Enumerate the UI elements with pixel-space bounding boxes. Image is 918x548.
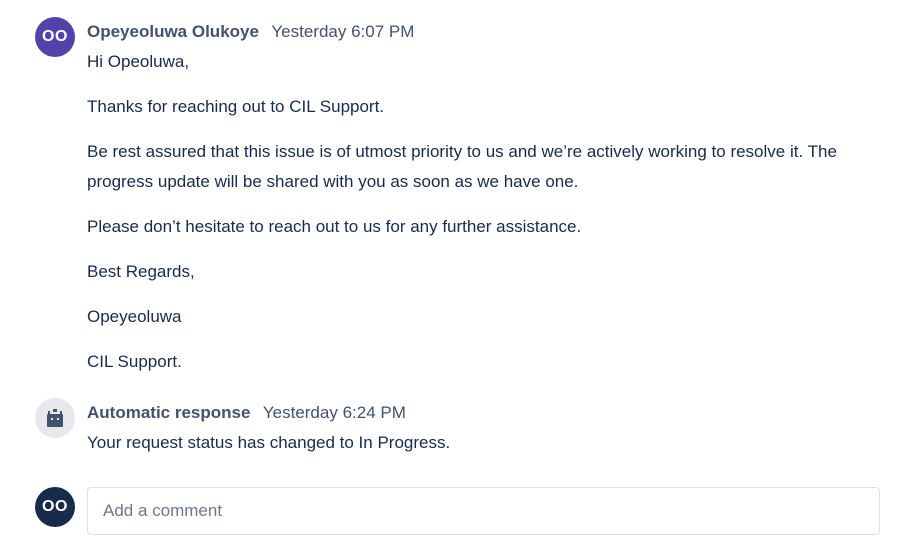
comment-thread: OO Opeyeoluwa Olukoye Yesterday 6:07 PM … [0, 0, 918, 548]
comment-paragraph: Hi Opeoluwa, [87, 52, 190, 71]
bot-icon [44, 407, 66, 429]
comment-paragraph: Opeyeoluwa [87, 307, 182, 326]
comment-meta: Automatic response Yesterday 6:24 PM [87, 398, 898, 428]
comment-meta: Opeyeoluwa Olukoye Yesterday 6:07 PM [87, 17, 898, 47]
current-user-avatar[interactable]: OO [35, 487, 75, 527]
avatar[interactable]: OO [35, 17, 75, 57]
comment-paragraph: Best Regards, [87, 262, 195, 281]
avatar [35, 398, 75, 438]
comment-author: Automatic response [87, 403, 251, 422]
comment-body: Automatic response Yesterday 6:24 PM You… [87, 398, 898, 458]
comment-paragraph: Be rest assured that this issue is of ut… [87, 142, 837, 191]
add-comment-input[interactable] [87, 487, 880, 535]
avatar-initials: OO [42, 498, 68, 515]
comment-paragraph: CIL Support. [87, 352, 182, 371]
comment-paragraph: Please don’t hesitate to reach out to us… [87, 217, 582, 236]
comment-timestamp[interactable]: Yesterday 6:24 PM [263, 403, 406, 422]
comment-automatic-response: Automatic response Yesterday 6:24 PM You… [35, 398, 898, 458]
avatar-initials: OO [42, 28, 68, 45]
comment-composer: OO [35, 487, 882, 537]
comment-message: Hi Opeoluwa, Thanks for reaching out to … [87, 47, 898, 377]
comment-timestamp[interactable]: Yesterday 6:07 PM [271, 22, 414, 41]
comment-message: Your request status has changed to In Pr… [87, 428, 898, 458]
comment: OO Opeyeoluwa Olukoye Yesterday 6:07 PM … [35, 17, 898, 377]
comment-author[interactable]: Opeyeoluwa Olukoye [87, 22, 259, 41]
comment-paragraph: Thanks for reaching out to CIL Support. [87, 97, 385, 116]
comment-body: Opeyeoluwa Olukoye Yesterday 6:07 PM Hi … [87, 17, 898, 377]
status-change-text: Your request status has changed to In Pr… [87, 433, 451, 452]
